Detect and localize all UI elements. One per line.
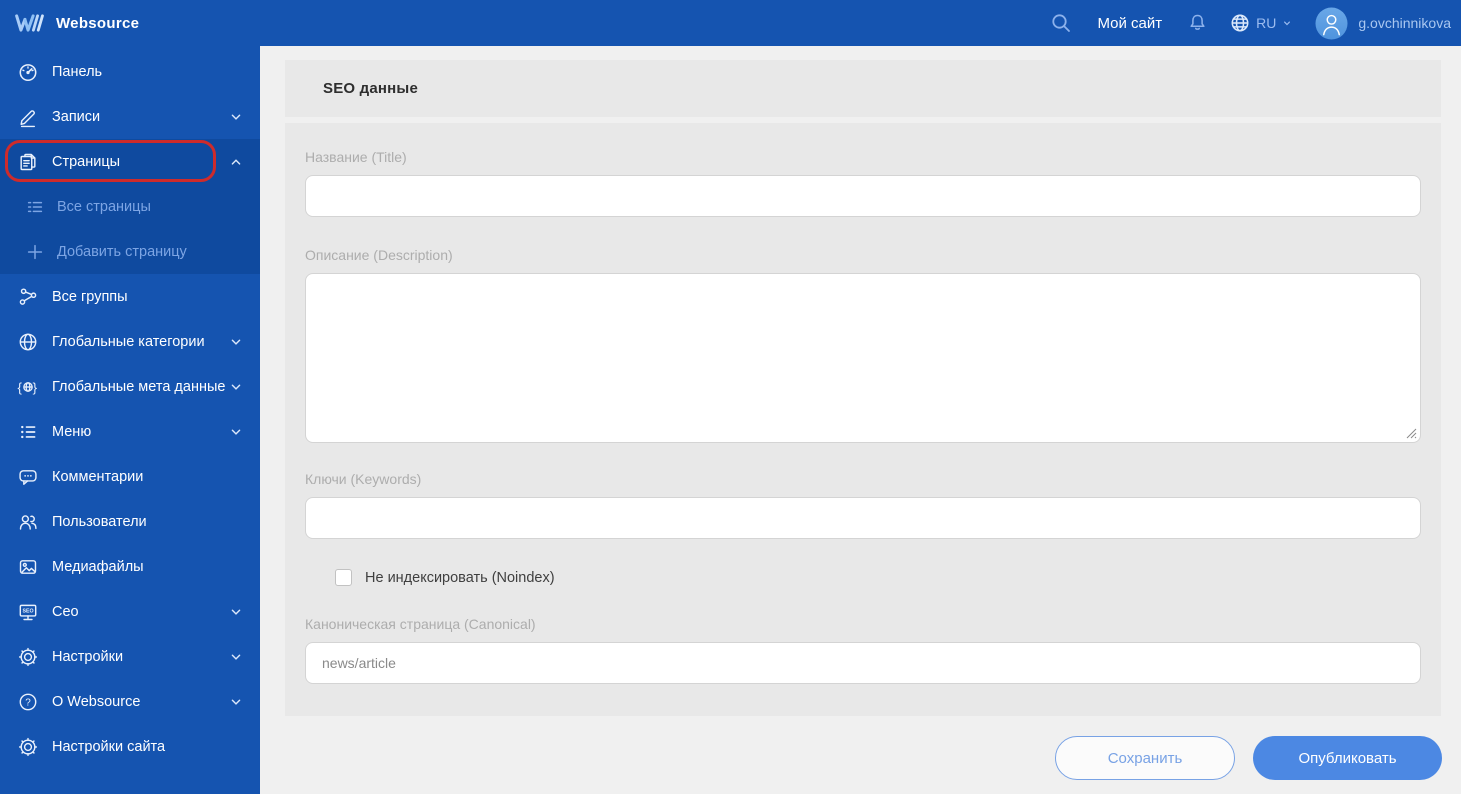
canonical-field-label: Каноническая страница (Canonical) bbox=[305, 616, 536, 632]
pencil-icon bbox=[17, 106, 39, 128]
sidebar-item-label: Панель bbox=[52, 63, 103, 80]
username: g.ovchinnikova bbox=[1358, 15, 1451, 31]
panel-header: SEO данные bbox=[285, 60, 1441, 117]
chevron-down-icon bbox=[228, 424, 244, 440]
sidebar-item-settings[interactable]: Настройки bbox=[0, 634, 260, 679]
topbar-right: Мой сайт RU g.ovchinnikova bbox=[1049, 6, 1451, 40]
svg-text:}: } bbox=[33, 379, 38, 394]
chevron-down-icon bbox=[228, 604, 244, 620]
language-selector[interactable]: RU bbox=[1229, 12, 1293, 34]
sidebar-item-label: Добавить страницу bbox=[57, 243, 187, 260]
chevron-up-icon bbox=[228, 154, 244, 170]
keywords-input[interactable] bbox=[305, 497, 1421, 539]
sidebar-item-label: Глобальные мета данные bbox=[52, 378, 226, 395]
sidebar-item-global-categories[interactable]: Глобальные категории bbox=[0, 319, 260, 364]
sidebar-item-add-page[interactable]: Добавить страницу bbox=[0, 229, 260, 274]
search-icon[interactable] bbox=[1049, 11, 1073, 35]
noindex-row: Не индексировать (Noindex) bbox=[335, 569, 1421, 586]
sidebar-item-label: Настройки bbox=[52, 648, 124, 665]
sidebar-item-comments[interactable]: Комментарии bbox=[0, 454, 260, 499]
seo-monitor-icon: SEO bbox=[17, 601, 39, 623]
sidebar-item-label: Комментарии bbox=[52, 468, 144, 485]
brand[interactable]: Websource bbox=[14, 11, 139, 35]
brand-name: Websource bbox=[56, 14, 140, 32]
sidebar-item-menu[interactable]: Меню bbox=[0, 409, 260, 454]
svg-text:SEO: SEO bbox=[22, 608, 33, 614]
sidebar-item-pages[interactable]: Страницы bbox=[0, 139, 260, 184]
sidebar-item-label: Страницы bbox=[52, 153, 121, 170]
title-input[interactable] bbox=[305, 175, 1421, 217]
globe-icon bbox=[17, 331, 39, 353]
globe-icon bbox=[1229, 12, 1251, 34]
sidebar-item-label: Медиафайлы bbox=[52, 558, 144, 575]
chevron-down-icon bbox=[228, 694, 244, 710]
sidebar-item-all-pages[interactable]: Все страницы bbox=[0, 184, 260, 229]
gear-icon bbox=[17, 736, 39, 758]
sidebar-item-global-meta[interactable]: { } Глобальные мета данные bbox=[0, 364, 260, 409]
noindex-checkbox[interactable] bbox=[335, 569, 352, 586]
sidebar-item-users[interactable]: Пользователи bbox=[0, 499, 260, 544]
action-bar: Сохранить Опубликовать bbox=[1055, 736, 1442, 780]
topbar: Websource Мой сайт RU g.ovchinnikova bbox=[0, 0, 1461, 46]
sidebar-item-seo[interactable]: SEO Сео bbox=[0, 589, 260, 634]
user-menu[interactable]: g.ovchinnikova bbox=[1315, 6, 1451, 40]
sidebar-item-about[interactable]: ? О Websource bbox=[0, 679, 260, 724]
pages-icon bbox=[17, 151, 39, 173]
sidebar-item-site-settings[interactable]: Настройки сайта bbox=[0, 724, 260, 769]
gear-icon bbox=[17, 646, 39, 668]
publish-button[interactable]: Опубликовать bbox=[1253, 736, 1442, 780]
sidebar: Панель Записи Страницы Все страницы Доба… bbox=[0, 46, 260, 794]
sidebar-item-label: О Websource bbox=[52, 693, 141, 710]
seo-form: Название (Title) Описание (Description) … bbox=[285, 123, 1441, 716]
dashboard-icon bbox=[17, 61, 39, 83]
svg-text:{: { bbox=[18, 379, 23, 394]
sidebar-item-label: Пользователи bbox=[52, 513, 147, 530]
page-title: SEO данные bbox=[323, 80, 418, 97]
sidebar-item-posts[interactable]: Записи bbox=[0, 94, 260, 139]
chevron-down-icon bbox=[1281, 17, 1293, 29]
chevron-down-icon bbox=[228, 379, 244, 395]
svg-text:?: ? bbox=[25, 697, 31, 708]
sidebar-item-label: Записи bbox=[52, 108, 101, 125]
avatar-icon bbox=[1315, 6, 1348, 40]
sidebar-item-label: Все группы bbox=[52, 288, 128, 305]
canonical-input[interactable] bbox=[305, 642, 1421, 684]
websource-logo-icon bbox=[14, 11, 46, 35]
users-icon bbox=[17, 511, 39, 533]
media-image-icon bbox=[17, 556, 39, 578]
chevron-down-icon bbox=[228, 109, 244, 125]
nodes-icon bbox=[17, 286, 39, 308]
save-button[interactable]: Сохранить bbox=[1055, 736, 1235, 780]
chevron-down-icon bbox=[228, 649, 244, 665]
description-textarea-wrap bbox=[305, 273, 1421, 443]
bell-icon[interactable] bbox=[1186, 11, 1209, 35]
sidebar-group-pages: Страницы Все страницы Добавить страницу bbox=[0, 139, 260, 274]
chevron-down-icon bbox=[228, 334, 244, 350]
meta-braces-globe-icon: { } bbox=[17, 376, 39, 398]
sidebar-item-media[interactable]: Медиафайлы bbox=[0, 544, 260, 589]
comments-icon bbox=[17, 466, 39, 488]
language-code: RU bbox=[1256, 15, 1277, 31]
question-icon: ? bbox=[17, 691, 39, 713]
sidebar-item-label: Все страницы bbox=[57, 198, 151, 215]
description-textarea[interactable] bbox=[305, 273, 1421, 443]
plus-icon bbox=[25, 242, 45, 262]
title-field-label: Название (Title) bbox=[305, 149, 407, 165]
sidebar-item-label: Меню bbox=[52, 423, 92, 440]
description-field-label: Описание (Description) bbox=[305, 247, 453, 263]
my-site-link[interactable]: Мой сайт bbox=[1097, 15, 1162, 32]
sidebar-item-label: Сео bbox=[52, 603, 79, 620]
list-icon bbox=[25, 197, 45, 217]
sidebar-item-dashboard[interactable]: Панель bbox=[0, 49, 260, 94]
menu-list-icon bbox=[17, 421, 39, 443]
sidebar-item-label: Глобальные категории bbox=[52, 333, 205, 350]
keywords-field-label: Ключи (Keywords) bbox=[305, 471, 422, 487]
noindex-label: Не индексировать (Noindex) bbox=[365, 569, 555, 586]
sidebar-item-all-groups[interactable]: Все группы bbox=[0, 274, 260, 319]
sidebar-item-label: Настройки сайта bbox=[52, 738, 166, 755]
